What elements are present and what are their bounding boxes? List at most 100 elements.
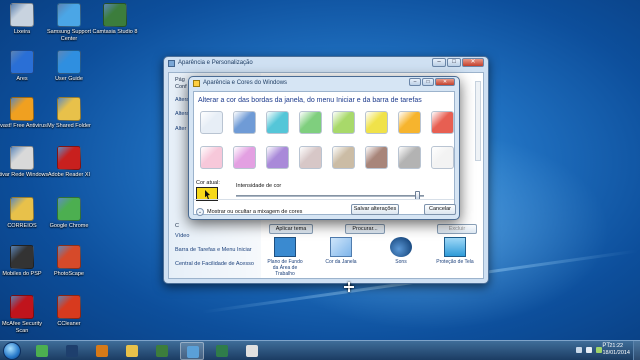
show-desktop-button[interactable]: [633, 341, 640, 360]
taskbar-explorer-button[interactable]: [120, 342, 144, 360]
taskbar-photoshop-button[interactable]: [60, 342, 84, 360]
tile-desktop-background-label: Plano de Fundo da Área de Trabalho: [267, 259, 303, 277]
color-swatch[interactable]: [233, 111, 256, 134]
tile-desktop-background[interactable]: Plano de Fundo da Área de Trabalho: [265, 237, 305, 277]
taskbar-camtasia-recorder-button[interactable]: [210, 342, 234, 360]
app-icon: [10, 295, 34, 319]
app-icon: [57, 146, 81, 170]
dialog-close-button[interactable]: ✕: [435, 78, 455, 86]
start-button[interactable]: [3, 342, 21, 360]
color-swatch[interactable]: [431, 146, 454, 169]
window-color-dialog-titlebar[interactable]: Aparência e Cores do Windows – □ ✕: [189, 77, 459, 90]
color-swatch[interactable]: [398, 111, 421, 134]
color-swatch[interactable]: [233, 146, 256, 169]
sidebar-heading-1: Pág: [175, 77, 185, 83]
color-swatch[interactable]: [332, 111, 355, 134]
sidebar-link-taskbar[interactable]: Barra de Tarefas e Menu Iniciar: [175, 247, 252, 253]
app-icon: [57, 295, 81, 319]
intensity-slider-track[interactable]: [236, 195, 424, 197]
appearance-window-titlebar[interactable]: Aparência e Personalização – □ ✕: [164, 57, 488, 71]
themes-scrollbar[interactable]: [475, 81, 481, 161]
camtasia-icon: [156, 345, 168, 357]
color-swatch[interactable]: [200, 111, 223, 134]
intensity-label: Intensidade de cor: [236, 183, 282, 189]
clock[interactable]: 21:22 18/01/2014: [602, 343, 630, 357]
color-swatch[interactable]: [266, 146, 289, 169]
save-changes-button[interactable]: Salvar alterações: [351, 204, 399, 215]
clock-date: 18/01/2014: [602, 350, 630, 356]
sidebar-link-ease-of-access[interactable]: Central de Facilidade de Acesso: [175, 261, 254, 267]
desktop-icon[interactable]: User Guide: [42, 50, 96, 83]
sidebar-link-3[interactable]: Alter: [175, 126, 186, 132]
explorer-icon: [126, 345, 138, 357]
app-icon: [10, 50, 34, 74]
current-color-label: Cor atual:: [196, 180, 220, 186]
desktop-icon[interactable]: My Shared Folder: [42, 97, 96, 130]
desktop-icon[interactable]: CCleaner: [42, 295, 96, 328]
notepad-icon: [246, 345, 258, 357]
app-icon: [57, 245, 81, 269]
desktop-icon-label: CCleaner: [57, 321, 81, 327]
taskbar-control-panel-button[interactable]: [180, 342, 204, 360]
folder-icon: [193, 80, 200, 87]
taskbar-media-player-button[interactable]: [90, 342, 114, 360]
chevron-down-icon[interactable]: ⌄: [196, 208, 204, 216]
desktop-icon[interactable]: PhotoScape: [42, 245, 96, 278]
screen-saver-icon: [444, 237, 466, 257]
dialog-maximize-button[interactable]: □: [422, 78, 434, 86]
app-icon: [10, 245, 34, 269]
tile-window-color[interactable]: Cor da Janela: [321, 237, 361, 265]
color-swatch[interactable]: [431, 111, 454, 134]
desktop-icon-label: Camtasia Studio 8: [92, 29, 138, 35]
cancel-button[interactable]: Cancelar: [424, 204, 456, 215]
taskbar-camtasia-button[interactable]: [150, 342, 174, 360]
taskbar: PT 21:22 18/01/2014: [0, 340, 640, 360]
delete-button[interactable]: Excluir: [437, 224, 477, 234]
minimize-button[interactable]: –: [432, 58, 446, 67]
window-color-icon: [330, 237, 352, 257]
desktop-icon[interactable]: Adobe Reader XI: [42, 146, 96, 179]
taskbar-notepad-button[interactable]: [240, 342, 264, 360]
sounds-icon: [390, 237, 412, 257]
desktop-icon-label: User Guide: [55, 76, 83, 82]
color-swatch[interactable]: [398, 146, 421, 169]
move-cursor-icon: [344, 282, 354, 292]
photoshop-icon: [66, 345, 78, 357]
color-swatch[interactable]: [299, 111, 322, 134]
color-swatch[interactable]: [365, 146, 388, 169]
app-icon: [10, 197, 34, 221]
color-swatch[interactable]: [332, 146, 355, 169]
tile-screen-saver-label: Proteção de Tela: [436, 259, 474, 265]
maximize-button[interactable]: □: [447, 58, 461, 67]
desktop-icon[interactable]: Google Chrome: [42, 197, 96, 230]
dialog-minimize-button[interactable]: –: [409, 78, 421, 86]
battery-icon[interactable]: [596, 347, 602, 353]
taskbar-chrome-button[interactable]: [30, 342, 54, 360]
sidebar-link-video[interactable]: Vídeo: [175, 233, 189, 239]
color-swatch[interactable]: [266, 111, 289, 134]
tile-screen-saver[interactable]: Proteção de Tela: [435, 237, 475, 265]
tile-window-color-label: Cor da Janela: [325, 259, 357, 265]
apply-theme-button[interactable]: Aplicar tema: [269, 224, 313, 234]
clock-time: 21:22: [609, 343, 624, 349]
search-button[interactable]: Procurar...: [345, 224, 385, 234]
media-player-icon: [96, 345, 108, 357]
tile-sounds[interactable]: Sons: [381, 237, 421, 265]
app-icon: [57, 50, 81, 74]
sidebar-heading-2: Conf: [175, 84, 187, 90]
color-swatch[interactable]: [299, 146, 322, 169]
color-mixer-toggle[interactable]: Mostrar ou ocultar a mixagem de cores: [207, 209, 302, 215]
app-icon: [10, 3, 34, 27]
close-button[interactable]: ✕: [462, 58, 484, 67]
window-color-dialog: Aparência e Cores do Windows – □ ✕ Alter…: [188, 76, 460, 220]
dialog-separator: [194, 199, 454, 200]
volume-icon[interactable]: [586, 347, 592, 353]
color-swatch[interactable]: [200, 146, 223, 169]
appearance-window-title: Aparência e Personalização: [178, 60, 253, 66]
app-icon: [10, 97, 34, 121]
network-icon[interactable]: [576, 347, 582, 353]
desktop-icon-label: Adobe Reader XI: [47, 172, 91, 178]
chrome-icon: [36, 345, 48, 357]
desktop-icon[interactable]: Camtasia Studio 8: [88, 3, 142, 36]
color-swatch[interactable]: [365, 111, 388, 134]
